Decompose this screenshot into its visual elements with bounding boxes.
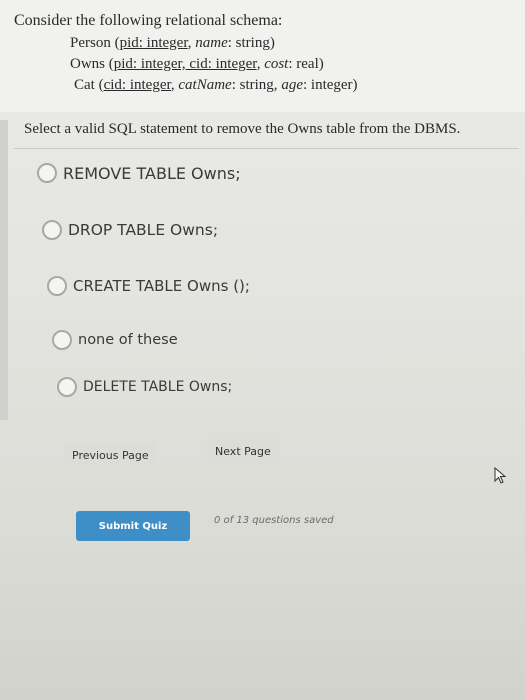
left-edge-bar (0, 120, 8, 420)
option-label: none of these (78, 332, 178, 348)
schema-cat: Cat (cid: integer, catName: string, age:… (74, 77, 358, 94)
schema-owns: Owns (pid: integer, cid: integer, cost: … (70, 56, 324, 73)
schema-person-rest: : string) (227, 35, 275, 51)
quiz-screen: Consider the following relational schema… (0, 0, 525, 700)
option-label: CREATE TABLE Owns (); (73, 277, 250, 295)
schema-cat-name: Cat (74, 77, 95, 93)
option-delete-table[interactable]: DELETE TABLE Owns; (57, 377, 232, 397)
radio-icon[interactable] (47, 276, 67, 296)
schema-cat-rest2: : integer) (302, 77, 358, 93)
previous-page-button[interactable]: Previous Page (64, 443, 157, 468)
option-drop-table[interactable]: DROP TABLE Owns; (42, 220, 218, 240)
option-label: DROP TABLE Owns; (68, 221, 219, 239)
question-box: Consider the following relational schema… (0, 0, 525, 112)
schema-cat-key: cid: integer (103, 77, 171, 93)
question-prompt: Select a valid SQL statement to remove t… (24, 121, 461, 137)
option-remove-table[interactable]: REMOVE TABLE Owns; (37, 163, 241, 183)
schema-owns-key: pid: integer, cid: integer (113, 56, 257, 72)
submit-quiz-button[interactable]: Submit Quiz (76, 511, 190, 541)
schema-cat-attr2: age (281, 77, 303, 93)
option-none-of-these[interactable]: none of these (52, 330, 178, 350)
schema-owns-rest: : real) (288, 56, 324, 72)
schema-person-name: Person (70, 35, 111, 51)
schema-title: Consider the following relational schema… (14, 12, 283, 29)
option-create-table[interactable]: CREATE TABLE Owns (); (47, 276, 250, 296)
schema-owns-name: Owns (70, 56, 106, 72)
radio-icon[interactable] (42, 220, 62, 240)
mouse-cursor-icon (494, 467, 507, 484)
divider (14, 148, 519, 149)
schema-person: Person (pid: integer, name: string) (70, 35, 275, 52)
schema-cat-rest: : string, (231, 77, 282, 93)
radio-icon[interactable] (57, 377, 77, 397)
schema-owns-attr: cost (264, 56, 289, 72)
schema-cat-attr: catName (178, 77, 232, 93)
option-label: DELETE TABLE Owns; (83, 379, 233, 395)
option-label: REMOVE TABLE Owns; (63, 163, 241, 183)
next-page-button[interactable]: Next Page (207, 439, 279, 464)
radio-icon[interactable] (37, 163, 57, 183)
radio-icon[interactable] (52, 330, 72, 350)
schema-person-key: pid: integer (119, 35, 188, 51)
saved-status-text: 0 of 13 questions saved (214, 515, 334, 526)
schema-person-attr: name (195, 35, 228, 51)
